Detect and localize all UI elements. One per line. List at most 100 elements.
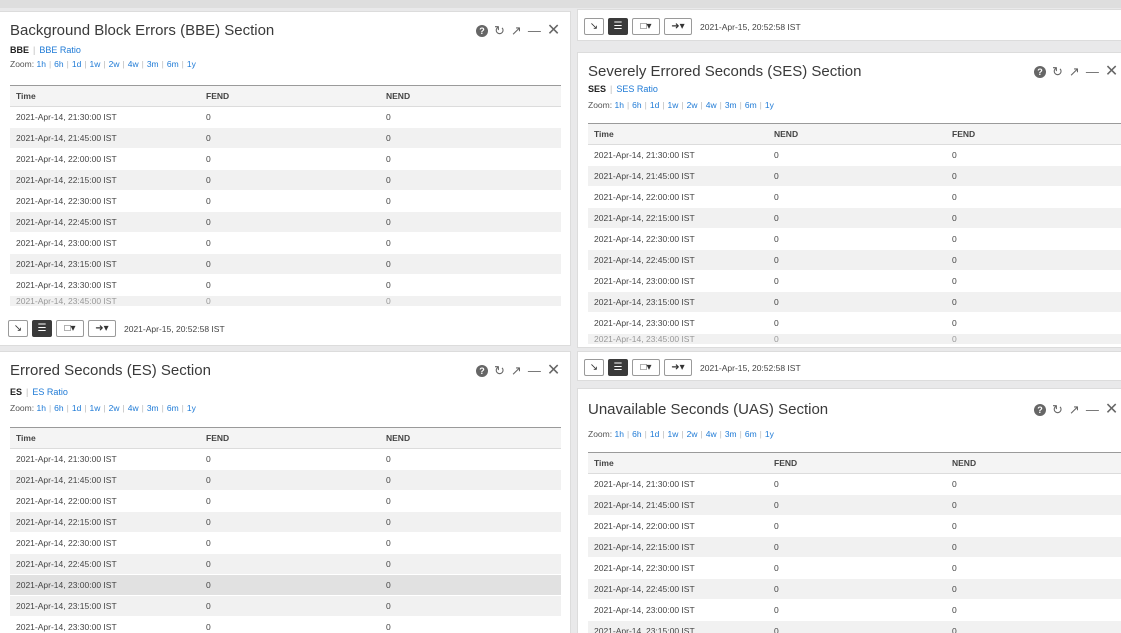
export-icon[interactable]: ➜▾ [88, 320, 116, 337]
column-header-fend[interactable]: FEND [200, 85, 380, 107]
tab-ses-ratio[interactable]: SES Ratio [616, 84, 658, 94]
table-row[interactable]: 2021-Apr-14, 23:00:00 IST 0 0 [588, 599, 1121, 621]
zoom-option-4w[interactable]: 4w [128, 59, 139, 69]
refresh-icon[interactable]: ↻ [1052, 65, 1063, 79]
zoom-option-1h[interactable]: 1h [614, 100, 623, 110]
table-row[interactable]: 2021-Apr-14, 23:15:00 IST 0 0 [588, 620, 1121, 633]
table-row[interactable]: 2021-Apr-14, 22:45:00 IST 0 0 [10, 211, 561, 233]
column-header-nend[interactable]: NEND [946, 452, 1121, 474]
table-row[interactable]: 2021-Apr-14, 23:30:00 IST 0 0 [10, 274, 561, 296]
table-row[interactable]: 2021-Apr-14, 23:00:00 IST 0 0 [10, 232, 561, 254]
column-header-nend[interactable]: NEND [768, 123, 946, 145]
zoom-option-1d[interactable]: 1d [650, 429, 659, 439]
zoom-option-4w[interactable]: 4w [128, 403, 139, 413]
help-icon[interactable]: ? [476, 365, 488, 377]
minimize-icon[interactable]: — [528, 364, 541, 378]
tab-es-ratio[interactable]: ES Ratio [32, 387, 68, 397]
zoom-option-1h[interactable]: 1h [36, 59, 45, 69]
table-row[interactable]: 2021-Apr-14, 21:30:00 IST 0 0 [10, 106, 561, 128]
refresh-icon[interactable]: ↻ [494, 24, 505, 38]
column-header-time[interactable]: Time [10, 85, 200, 107]
table-row[interactable]: 2021-Apr-14, 22:00:00 IST 0 0 [10, 148, 561, 170]
zoom-option-1w[interactable]: 1w [668, 100, 679, 110]
tab-bbe[interactable]: BBE [10, 45, 29, 55]
chart-view-icon[interactable]: ↘ [8, 320, 28, 337]
minimize-icon[interactable]: — [528, 24, 541, 38]
table-row[interactable]: 2021-Apr-14, 21:45:00 IST 0 0 [10, 469, 561, 491]
table-row[interactable]: 2021-Apr-14, 22:15:00 IST 0 0 [10, 169, 561, 191]
table-row[interactable]: 2021-Apr-14, 21:30:00 IST 0 0 [10, 448, 561, 470]
zoom-option-2w[interactable]: 2w [109, 59, 120, 69]
refresh-icon[interactable]: ↻ [1052, 403, 1063, 417]
table-row[interactable]: 2021-Apr-14, 23:00:00 IST 0 0 [588, 270, 1121, 292]
export-icon[interactable]: ➜▾ [664, 18, 692, 35]
tab-ses[interactable]: SES [588, 84, 606, 94]
zoom-option-3m[interactable]: 3m [147, 59, 159, 69]
table-row[interactable]: 2021-Apr-14, 21:30:00 IST 0 0 [588, 473, 1121, 495]
zoom-option-2w[interactable]: 2w [109, 403, 120, 413]
zoom-option-1w[interactable]: 1w [668, 429, 679, 439]
table-row[interactable]: 2021-Apr-14, 23:45:00 IST 0 0 [10, 295, 561, 307]
chart-type-icon[interactable]: □▾ [56, 320, 84, 337]
zoom-option-4w[interactable]: 4w [706, 429, 717, 439]
column-header-time[interactable]: Time [588, 452, 768, 474]
zoom-option-1y[interactable]: 1y [187, 59, 196, 69]
close-icon[interactable]: ✕ [1105, 64, 1118, 80]
table-view-icon[interactable]: ☰ [32, 320, 52, 337]
table-row[interactable]: 2021-Apr-14, 22:15:00 IST 0 0 [588, 207, 1121, 229]
zoom-option-6h[interactable]: 6h [632, 100, 641, 110]
table-view-icon[interactable]: ☰ [608, 18, 628, 35]
table-view-icon[interactable]: ☰ [608, 359, 628, 376]
chart-type-icon[interactable]: □▾ [632, 18, 660, 35]
column-header-fend[interactable]: FEND [946, 123, 1121, 145]
table-row[interactable]: 2021-Apr-14, 22:30:00 IST 0 0 [588, 557, 1121, 579]
zoom-option-1w[interactable]: 1w [90, 403, 101, 413]
zoom-option-3m[interactable]: 3m [147, 403, 159, 413]
tab-bbe-ratio[interactable]: BBE Ratio [39, 45, 81, 55]
zoom-option-6m[interactable]: 6m [167, 403, 179, 413]
close-icon[interactable]: ✕ [547, 363, 560, 379]
close-icon[interactable]: ✕ [1105, 402, 1118, 418]
table-row[interactable]: 2021-Apr-14, 21:45:00 IST 0 0 [588, 165, 1121, 187]
table-row[interactable]: 2021-Apr-14, 22:00:00 IST 0 0 [10, 490, 561, 512]
column-header-nend[interactable]: NEND [380, 85, 561, 107]
zoom-option-6h[interactable]: 6h [54, 403, 63, 413]
table-row[interactable]: 2021-Apr-14, 22:00:00 IST 0 0 [588, 515, 1121, 537]
zoom-option-1y[interactable]: 1y [765, 429, 774, 439]
table-row[interactable]: 2021-Apr-14, 21:45:00 IST 0 0 [588, 494, 1121, 516]
column-header-nend[interactable]: NEND [380, 427, 561, 449]
zoom-option-6h[interactable]: 6h [54, 59, 63, 69]
zoom-option-1w[interactable]: 1w [90, 59, 101, 69]
table-row[interactable]: 2021-Apr-14, 22:00:00 IST 0 0 [588, 186, 1121, 208]
table-row[interactable]: 2021-Apr-14, 22:30:00 IST 0 0 [10, 190, 561, 212]
table-row[interactable]: 2021-Apr-14, 22:15:00 IST 0 0 [10, 511, 561, 533]
table-row[interactable]: 2021-Apr-14, 22:45:00 IST 0 0 [588, 578, 1121, 600]
column-header-fend[interactable]: FEND [200, 427, 380, 449]
zoom-option-1y[interactable]: 1y [187, 403, 196, 413]
zoom-option-6m[interactable]: 6m [745, 429, 757, 439]
zoom-option-6m[interactable]: 6m [167, 59, 179, 69]
popout-icon[interactable]: ↗ [511, 364, 522, 378]
zoom-option-3m[interactable]: 3m [725, 429, 737, 439]
table-row[interactable]: 2021-Apr-14, 23:30:00 IST 0 0 [588, 312, 1121, 334]
minimize-icon[interactable]: — [1086, 403, 1099, 417]
zoom-option-4w[interactable]: 4w [706, 100, 717, 110]
zoom-option-1h[interactable]: 1h [36, 403, 45, 413]
help-icon[interactable]: ? [1034, 404, 1046, 416]
table-row[interactable]: 2021-Apr-14, 21:30:00 IST 0 0 [588, 144, 1121, 166]
table-row[interactable]: 2021-Apr-14, 22:45:00 IST 0 0 [10, 553, 561, 575]
help-icon[interactable]: ? [1034, 66, 1046, 78]
zoom-option-6h[interactable]: 6h [632, 429, 641, 439]
export-icon[interactable]: ➜▾ [664, 359, 692, 376]
table-row[interactable]: 2021-Apr-14, 21:45:00 IST 0 0 [10, 127, 561, 149]
table-row[interactable]: 2021-Apr-14, 22:45:00 IST 0 0 [588, 249, 1121, 271]
table-row[interactable]: 2021-Apr-14, 22:30:00 IST 0 0 [588, 228, 1121, 250]
zoom-option-1d[interactable]: 1d [72, 59, 81, 69]
zoom-option-1y[interactable]: 1y [765, 100, 774, 110]
popout-icon[interactable]: ↗ [511, 24, 522, 38]
zoom-option-2w[interactable]: 2w [687, 429, 698, 439]
refresh-icon[interactable]: ↻ [494, 364, 505, 378]
zoom-option-1d[interactable]: 1d [72, 403, 81, 413]
zoom-option-1d[interactable]: 1d [650, 100, 659, 110]
chart-view-icon[interactable]: ↘ [584, 359, 604, 376]
